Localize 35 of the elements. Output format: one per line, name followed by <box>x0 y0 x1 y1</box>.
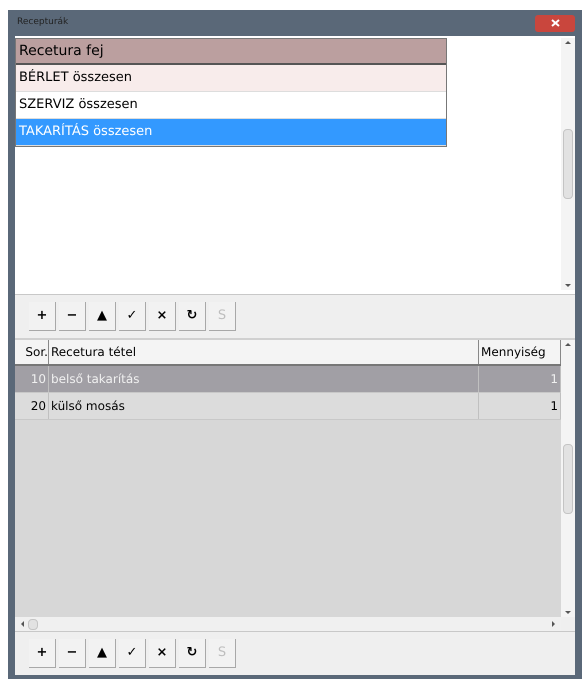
toolbar-button[interactable]: × <box>149 302 176 331</box>
table-cell: 20 <box>15 393 49 419</box>
scrollbar[interactable] <box>561 340 575 617</box>
scroll-thumb[interactable] <box>563 129 573 199</box>
list-heading: Recetura fej <box>16 39 446 65</box>
toolbar-button[interactable]: + <box>29 302 56 331</box>
close-icon <box>550 19 560 27</box>
scroll-thumb[interactable] <box>28 618 38 630</box>
scroll-left-icon[interactable] <box>21 621 24 627</box>
toolbar-button[interactable]: × <box>149 639 176 668</box>
list-item[interactable]: BÉRLET összesen <box>16 65 446 92</box>
window-title: Recepturák <box>16 16 68 30</box>
scrollbar[interactable] <box>561 38 575 290</box>
toolbar-button[interactable]: ▲ <box>89 302 116 331</box>
table-row[interactable]: 20 külső mosás 1 <box>15 393 561 420</box>
scroll-down-icon[interactable] <box>565 284 571 287</box>
scroll-up-icon[interactable] <box>565 41 571 44</box>
toolbar-button[interactable]: ✓ <box>119 302 146 331</box>
toolbar-button[interactable]: ↻ <box>179 639 206 668</box>
table-cell: külső mosás <box>49 393 479 419</box>
column-header[interactable]: Sor. <box>15 340 49 364</box>
scroll-thumb[interactable] <box>563 444 573 514</box>
toolbar-button[interactable]: ↻ <box>179 302 206 331</box>
close-button[interactable] <box>535 14 575 32</box>
toolbar-button[interactable]: ▲ <box>89 639 116 668</box>
scroll-right-icon[interactable] <box>552 621 555 627</box>
toolbar-button[interactable]: + <box>29 639 56 668</box>
scroll-up-icon[interactable] <box>565 343 571 346</box>
column-header[interactable]: Recetura tétel <box>49 340 479 364</box>
scroll-down-icon[interactable] <box>565 611 571 614</box>
toolbar-button[interactable]: − <box>59 639 86 668</box>
toolbar-button[interactable]: ✓ <box>119 639 146 668</box>
table-cell: 10 <box>15 366 49 392</box>
table-cell: belső takarítás <box>49 366 479 392</box>
toolbar-button[interactable]: − <box>59 302 86 331</box>
